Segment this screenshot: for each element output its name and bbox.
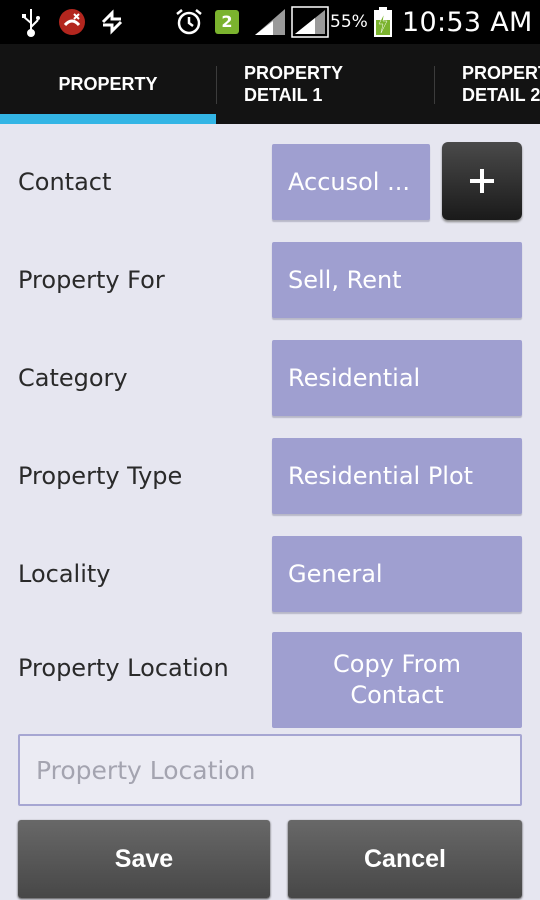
clock: 10:53 AM [402, 6, 533, 38]
notification-count: 2 [215, 10, 239, 34]
contact-label: Contact [18, 168, 112, 196]
alarm-icon [172, 0, 206, 44]
tab-property-detail-1[interactable]: PROPERTY DETAIL 1 [244, 44, 434, 124]
cancel-button[interactable]: Cancel [288, 820, 522, 898]
battery-percent: 55% [330, 12, 368, 32]
property-type-label: Property Type [18, 462, 183, 490]
missed-call-icon [56, 0, 88, 44]
battery-charging-icon [372, 0, 394, 44]
signal-icon-2 [290, 0, 330, 44]
locality-label: Locality [18, 560, 111, 588]
usb-icon [18, 0, 44, 44]
sync-icon [98, 0, 126, 44]
property-for-select-button[interactable]: Sell, Rent [272, 242, 522, 318]
plus-icon [470, 169, 494, 193]
tab-property[interactable]: PROPERTY [0, 44, 216, 124]
category-select-button[interactable]: Residential [272, 340, 522, 416]
status-bar: 2 55% 10:53 AM [0, 0, 540, 44]
add-contact-button[interactable] [442, 142, 522, 220]
property-location-input[interactable] [18, 734, 522, 806]
property-type-select-button[interactable]: Residential Plot [272, 438, 522, 514]
property-location-label: Property Location [18, 654, 229, 682]
signal-icon [252, 0, 288, 44]
tab-property-detail-2[interactable]: PROPERTY DETAIL 2 [462, 44, 540, 124]
tab-label: PROPERTY DETAIL 1 [244, 63, 344, 105]
tab-divider [434, 66, 435, 104]
notification-badge: 2 [214, 0, 240, 44]
copy-from-contact-button[interactable]: Copy From Contact [272, 632, 522, 728]
save-button[interactable]: Save [18, 820, 270, 898]
tab-label: PROPERTY DETAIL 2 [462, 63, 540, 105]
tab-divider [216, 66, 217, 104]
locality-select-button[interactable]: General [272, 536, 522, 612]
selected-tab-indicator [0, 114, 216, 124]
property-for-label: Property For [18, 266, 165, 294]
contact-select-button[interactable]: Accusol ... [272, 144, 430, 220]
category-label: Category [18, 364, 128, 392]
tab-label: PROPERTY [58, 74, 158, 94]
tab-bar: PROPERTY PROPERTY DETAIL 1 PROPERTY DETA… [0, 44, 540, 124]
